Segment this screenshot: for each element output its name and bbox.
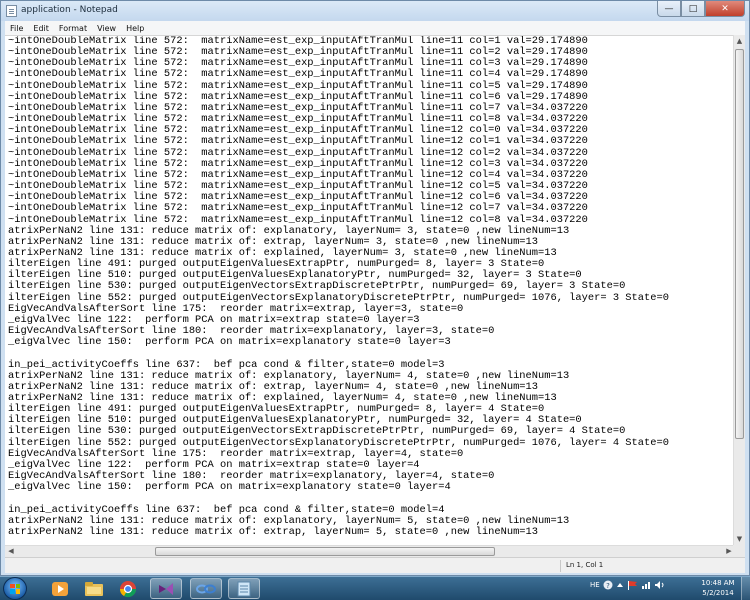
action-center-flag-icon[interactable] [627,580,638,590]
close-button[interactable]: ✕ [705,1,745,17]
taskbar-chrome[interactable] [112,578,144,599]
scroll-left-arrow-icon[interactable]: ◀ [5,546,17,557]
show-hidden-icons-chevron-icon[interactable] [616,580,624,590]
editor-text[interactable]: ~intOneDoubleMatrix line 572: matrixName… [5,36,739,538]
notepad-app-icon[interactable] [6,5,17,17]
text-line: in_pei_activityCoeffs line 637: bef pca … [8,358,445,371]
minimize-button[interactable]: — [657,1,681,17]
taskbar-link-app[interactable] [190,578,222,599]
notepad-window: application - Notepad — □ ✕ File Edit Fo… [0,0,750,576]
title-bar[interactable]: application - Notepad — □ ✕ [1,1,749,21]
text-line: ~intOneDoubleMatrix line 572: matrixName… [8,68,588,81]
menu-file[interactable]: File [5,24,28,33]
scroll-up-arrow-icon[interactable]: ▲ [734,35,745,47]
network-icon[interactable] [641,580,651,590]
start-button[interactable] [3,577,27,600]
system-tray: HE ? [590,580,665,590]
media-player-icon [52,581,68,596]
volume-icon[interactable] [654,580,665,590]
svg-text:?: ? [606,582,610,590]
show-desktop-button[interactable] [741,577,750,600]
size-grip[interactable] [733,545,745,557]
taskbar-file-explorer[interactable] [78,578,110,599]
chrome-icon [119,580,137,597]
help-icon[interactable]: ? [603,580,613,590]
text-editor[interactable]: ~intOneDoubleMatrix line 572: matrixName… [5,35,739,557]
text-line: ~intOneDoubleMatrix line 572: matrixName… [8,202,588,215]
file-explorer-icon [85,581,103,596]
window-controls: — □ ✕ [657,1,745,18]
text-line: _eigValVec line 150: perform PCA on matr… [8,481,451,494]
status-bar: Ln 1, Col 1 [5,557,745,573]
text-line: _eigValVec line 150: perform PCA on matr… [8,336,451,349]
text-line [8,493,739,504]
taskbar: HE ? 10:48 AM 5/2/2014 [0,576,750,600]
menu-help[interactable]: Help [121,24,149,33]
clock-time: 10:48 AM [701,579,735,587]
windows-logo-icon [10,583,20,594]
language-indicator[interactable]: HE [590,581,600,589]
cursor-position: Ln 1, Col 1 [566,561,604,569]
text-line: atrixPerNaN2 line 131: reduce matrix of:… [8,525,539,538]
menu-format[interactable]: Format [54,24,92,33]
vertical-scrollbar[interactable]: ▲ ▼ [733,35,745,545]
text-line: ilterEigen line 530: purged outputEigenV… [8,280,626,293]
menu-bar: File Edit Format View Help [5,21,745,35]
text-line: ~intOneDoubleMatrix line 572: matrixName… [8,135,588,148]
text-line: ~intOneDoubleMatrix line 572: matrixName… [8,213,588,226]
menu-view[interactable]: View [92,24,121,33]
clock[interactable]: 10:48 AM 5/2/2014 [700,578,736,598]
status-divider [560,560,561,572]
taskbar-media-player[interactable] [44,578,76,599]
menu-edit[interactable]: Edit [28,24,54,33]
taskbar-notepad[interactable] [228,578,260,599]
vertical-scroll-thumb[interactable] [735,49,744,439]
link-app-icon [196,584,216,593]
notepad-icon [237,581,251,596]
window-title: application - Notepad [21,5,118,15]
maximize-button[interactable]: □ [681,1,705,17]
text-line: ilterEigen line 530: purged outputEigenV… [8,425,626,438]
taskbar-visual-studio[interactable] [150,578,182,599]
clock-date: 5/2/2014 [702,589,734,597]
horizontal-scroll-thumb[interactable] [155,547,495,556]
visual-studio-icon [159,582,173,595]
text-line [8,348,739,359]
horizontal-scrollbar[interactable]: ◀ ▶ [5,545,735,557]
scroll-down-arrow-icon[interactable]: ▼ [734,533,745,545]
